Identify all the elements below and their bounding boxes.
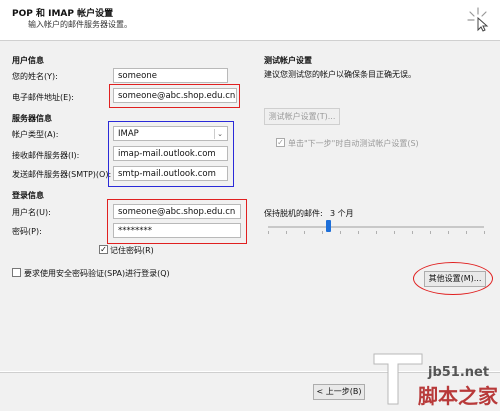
remember-password-checkbox[interactable]: ✓	[99, 245, 108, 254]
auto-test-label: 单击"下一步"时自动测试帐户设置(S)	[288, 139, 419, 148]
password-label: 密码(P):	[12, 227, 42, 236]
slider-tick	[448, 231, 449, 234]
slider-tick	[430, 231, 431, 234]
watermark-brand: 脚本之家	[418, 384, 498, 408]
spa-checkbox[interactable]	[12, 268, 21, 277]
email-input[interactable]: someone@abc.shop.edu.cn	[113, 88, 237, 103]
offline-slider-track[interactable]	[268, 226, 484, 228]
slider-tick	[412, 231, 413, 234]
offline-value: 3 个月	[330, 209, 354, 218]
remember-password-label: 记住密码(R)	[110, 246, 154, 255]
slider-tick	[268, 231, 269, 234]
slider-tick	[466, 231, 467, 234]
slider-tick	[484, 231, 485, 234]
more-settings-button[interactable]: 其他设置(M)...	[424, 271, 486, 287]
spa-label: 要求使用安全密码验证(SPA)进行登录(Q)	[24, 269, 170, 278]
account-type-select[interactable]: IMAP ⌄	[113, 126, 228, 141]
section-test-settings: 测试帐户设置	[264, 56, 312, 65]
page-subtitle: 输入帐户的邮件服务器设置。	[28, 20, 132, 29]
page-title: POP 和 IMAP 帐户设置	[12, 9, 114, 19]
slider-tick	[394, 231, 395, 234]
username-label: 用户名(U):	[12, 208, 51, 217]
account-type-label: 帐户类型(A):	[12, 130, 59, 139]
password-input[interactable]: ********	[113, 223, 241, 238]
section-server-info: 服务器信息	[12, 114, 52, 123]
email-label: 电子邮件地址(E):	[12, 93, 74, 102]
username-input[interactable]: someone@abc.shop.edu.cn	[113, 204, 241, 219]
section-user-info: 用户信息	[12, 56, 44, 65]
slider-tick	[286, 231, 287, 234]
offline-slider-ticks	[268, 231, 485, 235]
section-login-info: 登录信息	[12, 191, 44, 200]
outgoing-server-input[interactable]: smtp-mail.outlook.com	[113, 166, 228, 181]
test-account-button[interactable]: 测试帐户设置(T)...	[264, 108, 340, 125]
slider-tick	[358, 231, 359, 234]
outgoing-server-label: 发送邮件服务器(SMTP)(O):	[12, 170, 112, 179]
test-description: 建议您测试您的帐户以确保条目正确无误。	[264, 70, 416, 79]
watermark-site: jb51.net	[428, 365, 490, 380]
incoming-server-label: 接收邮件服务器(I):	[12, 151, 80, 160]
chevron-down-icon[interactable]: ⌄	[214, 129, 225, 139]
slider-tick	[322, 231, 323, 234]
dialog-header: POP 和 IMAP 帐户设置 输入帐户的邮件服务器设置。	[0, 0, 500, 41]
auto-test-checkbox[interactable]: ✓	[276, 138, 285, 147]
account-type-value: IMAP	[118, 129, 139, 139]
name-input[interactable]: someone	[113, 68, 228, 83]
loading-cursor-icon	[467, 7, 489, 32]
offline-slider-thumb[interactable]	[326, 220, 332, 232]
offline-label: 保持脱机的邮件:	[264, 209, 323, 218]
back-button[interactable]: < 上一步(B)	[313, 384, 365, 400]
slider-tick	[304, 231, 305, 234]
slider-tick	[376, 231, 377, 234]
slider-tick	[340, 231, 341, 234]
dialog-body	[0, 41, 500, 371]
incoming-server-input[interactable]: imap-mail.outlook.com	[113, 146, 228, 161]
name-label: 您的姓名(Y):	[12, 72, 58, 81]
